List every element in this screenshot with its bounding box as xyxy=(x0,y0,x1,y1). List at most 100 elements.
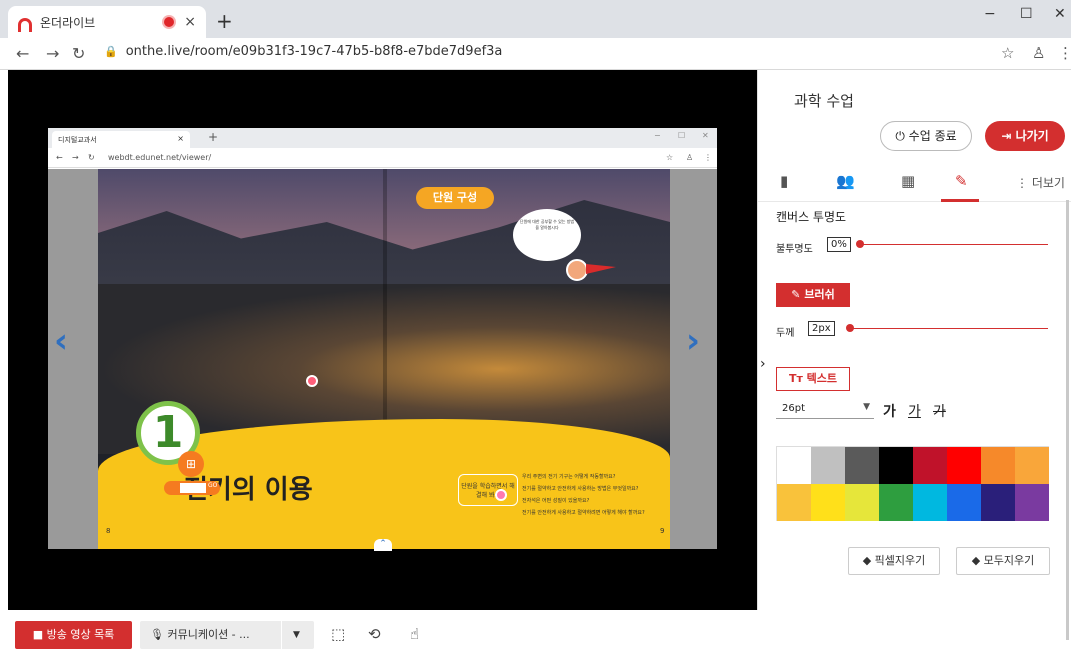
browser-menu-icon[interactable]: ⋮ xyxy=(1058,44,1071,62)
color-swatch[interactable] xyxy=(981,447,1015,484)
exit-label: 나가기 xyxy=(1015,129,1049,143)
font-size-select[interactable]: 26pt ▼ xyxy=(776,401,874,419)
address-bar: ← → ↻ 🔒 onthe.live/room/e09b31f3-19c7-47b… xyxy=(0,38,1071,70)
tab-close-icon[interactable]: × xyxy=(184,14,196,30)
bookmark-star-icon[interactable]: ☆ xyxy=(1001,44,1014,62)
tab-stats-icon[interactable]: ▦ xyxy=(901,172,915,190)
eraser-icon: ◆ xyxy=(862,554,872,567)
thickness-slider-track[interactable] xyxy=(848,328,1048,329)
shared-minimize-icon: − xyxy=(654,131,661,140)
mic-off-icon: 🎙 xyxy=(150,628,164,641)
exit-door-icon: ⇥ xyxy=(1001,129,1012,143)
page-number-left: 8 xyxy=(106,527,111,535)
shared-star-icon: ☆ xyxy=(666,153,674,162)
shared-forward-icon: → xyxy=(72,153,79,162)
text-button[interactable]: Tт 텍스트 xyxy=(776,367,850,391)
broadcast-list-label: 방송 영상 목록 xyxy=(46,628,115,641)
color-swatch[interactable] xyxy=(947,447,981,484)
new-tab-button[interactable]: + xyxy=(216,9,233,33)
brush-button[interactable]: ✎ 브러쉬 xyxy=(776,283,850,307)
eraser-icon: ◆ xyxy=(971,554,981,567)
panel-expand-chevron-icon[interactable]: › xyxy=(760,356,766,372)
study-item: 전기를 절약하고 안전하게 사용하는 방법은 무엇일까요? xyxy=(522,486,639,492)
exit-button[interactable]: ⇥ 나가기 xyxy=(985,121,1065,151)
profile-avatar-icon[interactable]: ♙ xyxy=(1032,44,1045,62)
communication-button[interactable]: 🎙 커뮤니케이션 - ... ▼ xyxy=(140,621,314,649)
onthelive-logo-icon xyxy=(18,17,32,32)
shared-tab: 디지털교과서 × xyxy=(52,131,190,148)
brush-label: 브러쉬 xyxy=(804,288,835,301)
color-swatch[interactable] xyxy=(1015,484,1049,521)
class-title: 과학 수업 xyxy=(794,92,854,110)
shared-back-icon: ← xyxy=(56,153,63,162)
opacity-slider-track[interactable] xyxy=(860,244,1048,245)
opacity-value[interactable]: 0% xyxy=(827,237,851,252)
screen-capture-icon[interactable]: ⬚ xyxy=(331,625,345,643)
chevron-down-icon[interactable]: ▼ xyxy=(293,621,300,649)
opacity-slider-knob[interactable] xyxy=(856,240,864,248)
active-tab-indicator xyxy=(941,199,979,202)
erase-all-label: 모두지우기 xyxy=(983,554,1035,567)
broadcast-list-button[interactable]: ■ 방송 영상 목록 xyxy=(15,621,132,649)
canvas-opacity-title: 캔버스 투명도 xyxy=(776,210,847,224)
underline-toggle[interactable]: 가 xyxy=(908,401,921,421)
panel-scrollbar[interactable] xyxy=(1066,200,1069,640)
study-play-icon xyxy=(495,489,507,501)
rotate-icon[interactable]: ⟲ xyxy=(368,625,381,643)
color-swatch[interactable] xyxy=(879,484,913,521)
thickness-slider-knob[interactable] xyxy=(846,324,854,332)
page-go-label: GO xyxy=(208,482,218,489)
study-goal-box: 단원을 학습하면서 해결해 봐요 xyxy=(458,474,518,506)
shared-avatar-icon: ♙ xyxy=(686,153,694,162)
maximize-button[interactable]: ☐ xyxy=(1020,6,1033,22)
divider xyxy=(281,621,282,649)
speech-bubble: 단원에 대한 공부할 수 있는 방법을 알아봅시다 xyxy=(513,209,581,261)
end-class-label: 수업 종료 xyxy=(908,129,957,143)
color-swatch[interactable] xyxy=(845,484,879,521)
color-swatch[interactable] xyxy=(1015,447,1049,484)
reload-icon[interactable]: ↻ xyxy=(72,44,85,63)
shared-tab-close-icon: × xyxy=(177,134,184,143)
shared-address-bar: ← → ↻ webdt.edunet.net/viewer/ ☆ ♙ ⋮ xyxy=(48,148,717,168)
end-class-button[interactable]: ⏻ 수업 종료 xyxy=(880,121,972,151)
url-field[interactable]: 🔒 onthe.live/room/e09b31f3-19c7-47b5-b8f8… xyxy=(104,44,502,59)
color-swatch[interactable] xyxy=(879,447,913,484)
pixel-erase-button[interactable]: ◆ 픽셀지우기 xyxy=(848,547,940,575)
strikethrough-toggle[interactable]: 가 xyxy=(933,401,946,421)
hand-pointer-icon[interactable]: ☝ xyxy=(410,625,419,643)
lock-icon: 🔒 xyxy=(104,45,118,58)
forward-arrow-icon[interactable]: → xyxy=(46,44,59,63)
prev-page-chevron-icon: ‹ xyxy=(54,321,69,361)
url-text: onthe.live/room/e09b31f3-19c7-47b5-b8f8-… xyxy=(125,44,503,59)
bold-toggle[interactable]: 가 xyxy=(883,401,896,421)
flying-character xyxy=(566,259,588,281)
color-swatch[interactable] xyxy=(777,447,811,484)
shared-reload-icon: ↻ xyxy=(88,153,95,162)
study-item: 전자석은 어떤 성질이 있을까요? xyxy=(522,498,590,504)
erase-all-button[interactable]: ◆ 모두지우기 xyxy=(956,547,1050,575)
tab-brush-icon[interactable]: ✎ xyxy=(955,172,968,190)
tab-more[interactable]: ⋮ 더보기 xyxy=(1016,174,1065,191)
color-swatch[interactable] xyxy=(913,484,947,521)
study-question-list: 우리 주변의 전기 기구는 어떻게 작동할까요? 전기를 절약하고 안전하게 사… xyxy=(522,471,670,519)
page-up-chevron-icon: ⌃ xyxy=(374,539,392,551)
tab-participants-icon[interactable]: 👥 xyxy=(836,172,855,190)
shared-close-icon: ✕ xyxy=(702,131,709,140)
thickness-value[interactable]: 2px xyxy=(808,321,835,336)
color-swatch[interactable] xyxy=(913,447,947,484)
text-label: 텍스트 xyxy=(806,372,838,385)
unit-title-badge: 단원 구성 xyxy=(416,187,494,209)
color-swatch[interactable] xyxy=(981,484,1015,521)
color-swatch[interactable] xyxy=(811,484,845,521)
minimize-button[interactable]: − xyxy=(984,6,996,22)
shared-browser-window: 디지털교과서 × + − ☐ ✕ ← → ↻ webdt.edunet.net/… xyxy=(48,128,717,551)
browser-tab[interactable]: 온더라이브 × xyxy=(8,6,206,38)
color-swatch[interactable] xyxy=(777,484,811,521)
color-swatch[interactable] xyxy=(811,447,845,484)
window-close-button[interactable]: ✕ xyxy=(1054,6,1066,22)
brush-icon: ✎ xyxy=(791,288,801,301)
tab-door-icon[interactable]: ▮ xyxy=(780,172,788,190)
back-arrow-icon[interactable]: ← xyxy=(16,44,29,63)
color-swatch[interactable] xyxy=(947,484,981,521)
color-swatch[interactable] xyxy=(845,447,879,484)
